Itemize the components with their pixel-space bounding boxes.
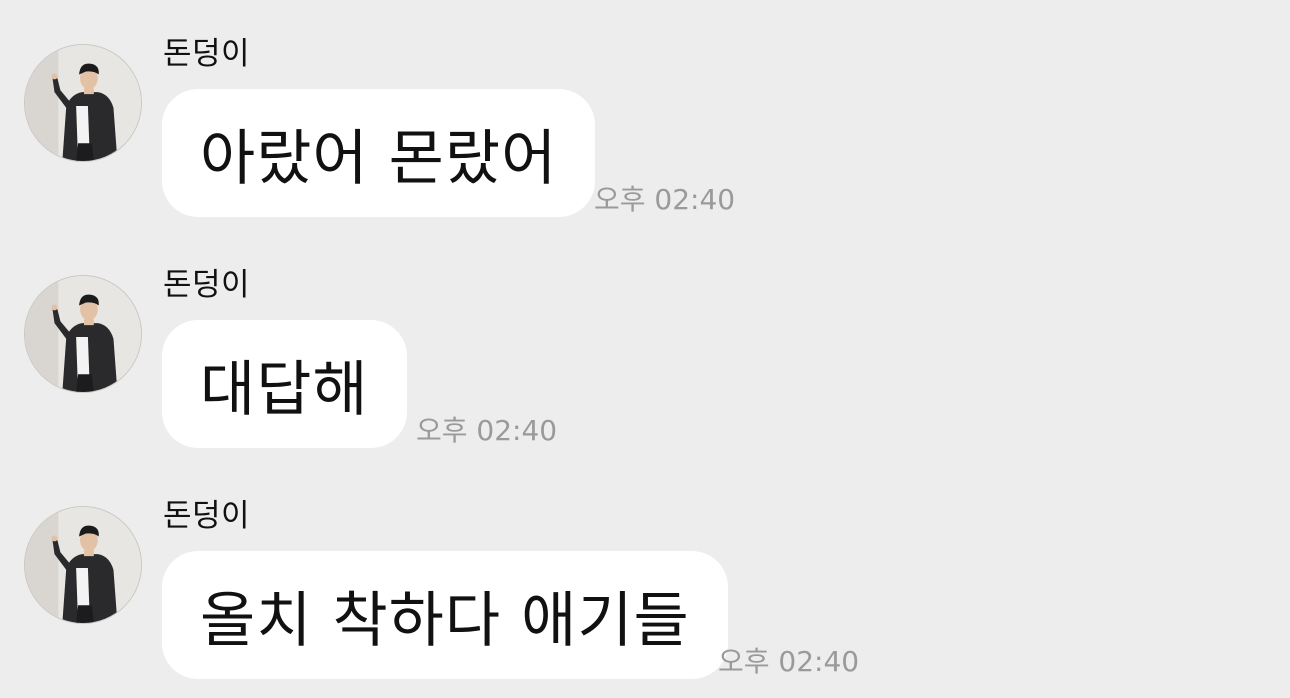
sender-name: 돈덩이 [163,498,251,534]
sender-name: 돈덩이 [163,36,251,72]
profile-photo-icon [25,276,141,392]
avatar[interactable] [24,275,142,393]
message-time: 오후 02:40 [416,414,558,447]
sender-name: 돈덩이 [163,267,251,303]
avatar[interactable] [24,506,142,624]
message-bubble[interactable]: 올치 착하다 애기들 [162,551,728,679]
profile-photo-icon [25,45,141,161]
avatar[interactable] [24,44,142,162]
message-bubble[interactable]: 아랐어 몬랐어 [162,89,596,217]
message-time: 오후 02:40 [594,183,736,216]
chat-thread[interactable]: 돈덩이 아랐어 몬랐어 오후 02:40 돈덩이 대답해 오후 02:40 돈덩… [0,0,1290,698]
message-bubble[interactable]: 대답해 [162,320,407,448]
message-time: 오후 02:40 [718,645,860,678]
profile-photo-icon [25,507,141,623]
